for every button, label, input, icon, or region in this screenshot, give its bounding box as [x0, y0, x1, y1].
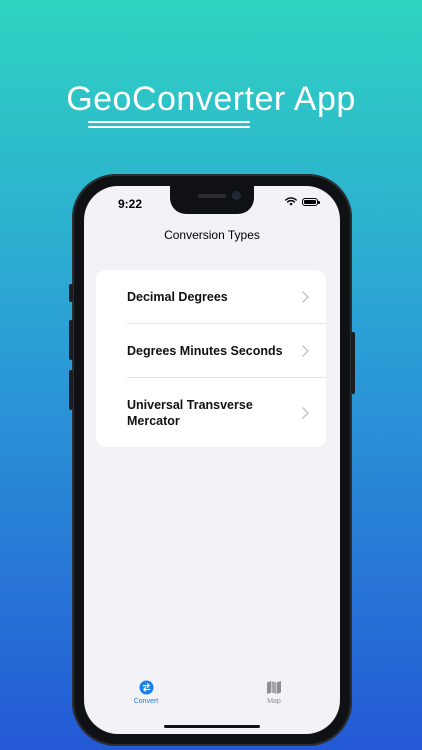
front-camera [232, 191, 241, 200]
phone-notch [170, 186, 254, 214]
app-screen: 9:22 Conversion Types Decimal Degrees De… [84, 186, 340, 734]
conversion-types-list: Decimal Degrees Degrees Minutes Seconds … [96, 270, 326, 447]
phone-power-button [351, 332, 355, 394]
speaker-grille [198, 194, 226, 198]
phone-volume-up [69, 320, 73, 360]
headline-underline [88, 126, 250, 128]
tab-convert-label: Convert [133, 698, 159, 705]
arrows-swap-icon [138, 680, 154, 695]
tab-convert[interactable]: Convert [116, 680, 176, 705]
list-item-universal-transverse-mercator[interactable]: Universal Transverse Mercator [96, 378, 326, 447]
list-item-label: Universal Transverse Mercator [127, 397, 253, 428]
headline-underline [88, 121, 250, 123]
tab-bar: Convert Map [84, 674, 340, 734]
promo-headline: GeoConverter App [66, 80, 356, 118]
status-time: 9:22 [118, 197, 143, 211]
list-item-label: Degrees Minutes Seconds [127, 344, 283, 358]
chevron-right-icon [302, 345, 309, 357]
list-item-decimal-degrees[interactable]: Decimal Degrees [96, 270, 326, 324]
nav-title: Conversion Types [164, 228, 260, 242]
tab-map-label: Map [267, 698, 281, 705]
wifi-icon [285, 197, 297, 206]
status-icons [285, 197, 320, 206]
phone-mute-switch [69, 284, 73, 302]
list-item-label: Decimal Degrees [127, 290, 228, 304]
battery-icon [302, 197, 320, 206]
tab-map[interactable]: Map [244, 680, 304, 705]
list-item-degrees-minutes-seconds[interactable]: Degrees Minutes Seconds [96, 324, 326, 378]
chevron-right-icon [302, 291, 309, 303]
phone-volume-down [69, 370, 73, 410]
phone-frame: 9:22 Conversion Types Decimal Degrees De… [69, 174, 355, 746]
home-indicator [164, 725, 260, 728]
chevron-right-icon [302, 406, 309, 419]
map-icon [267, 681, 281, 694]
